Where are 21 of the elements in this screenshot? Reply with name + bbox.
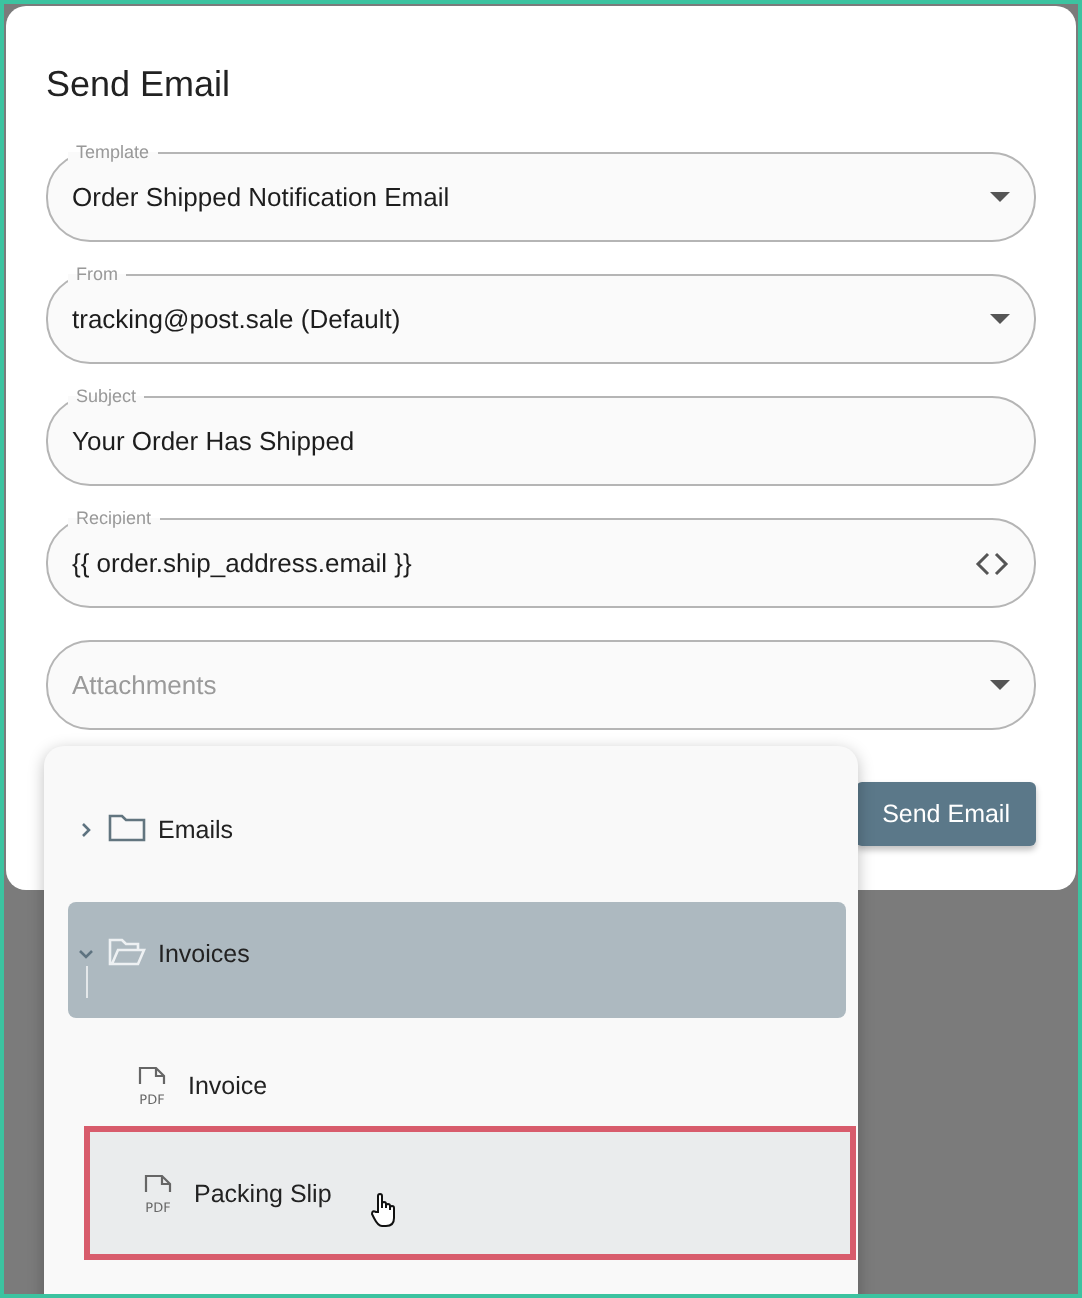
folder-item[interactable]: Invoices	[68, 902, 846, 1018]
field-value: tracking@post.sale (Default)	[72, 304, 403, 334]
field-value: Order Shipped Notification Email	[72, 182, 452, 212]
field-value: {{ order.ship_address.email }}	[72, 548, 414, 578]
hand-cursor-icon	[370, 1192, 398, 1228]
dropdown-caret-icon[interactable]	[990, 680, 1010, 690]
field-placeholder: Attachments	[72, 670, 219, 700]
folder-icon	[108, 812, 146, 844]
folder-item[interactable]: Emails	[68, 790, 846, 882]
code-icon[interactable]	[974, 551, 1010, 575]
dropdown-caret-icon[interactable]	[990, 192, 1010, 202]
field-label: Template	[68, 140, 158, 164]
field-label: Recipient	[68, 506, 160, 530]
field-label: From	[68, 262, 126, 286]
dialog-title: Send Email	[46, 62, 233, 108]
field-value: Your Order Has Shipped	[72, 426, 357, 456]
dropdown-caret-icon[interactable]	[990, 314, 1010, 324]
folder-icon	[108, 936, 146, 968]
send-button[interactable]: Send Email	[856, 782, 1036, 846]
chevron-icon[interactable]	[78, 822, 94, 838]
field-label: Subject	[68, 384, 145, 408]
